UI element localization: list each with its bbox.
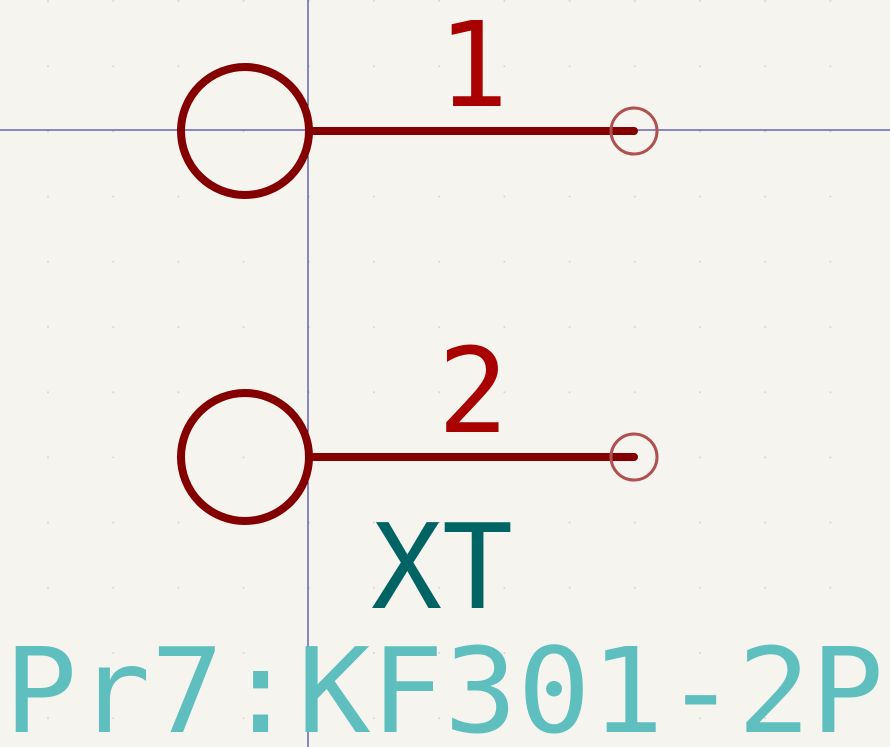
grid-dot [47, 130, 49, 133]
grid-dot [829, 326, 832, 328]
grid-dot [47, 0, 49, 2]
grid-dot [242, 586, 245, 589]
grid-dot [242, 260, 245, 263]
grid-dot [47, 586, 49, 589]
grid-dot [699, 586, 701, 589]
grid-dot [829, 195, 832, 198]
schematic-canvas[interactable]: 1 2 XT Pr7:KF301-2P [0, 0, 890, 747]
grid-dot [47, 326, 49, 328]
grid-dot [699, 260, 701, 263]
grid-dot [764, 130, 767, 133]
grid-dot [47, 65, 49, 68]
grid-dot [699, 391, 701, 394]
grid-dot [373, 326, 375, 328]
grid-dot [568, 586, 571, 589]
grid-dot [177, 260, 180, 263]
grid-dot [699, 0, 701, 2]
pin-number-2: 2 [437, 322, 508, 460]
grid-dot [568, 0, 571, 2]
grid-dot [568, 260, 571, 263]
grid-dot [633, 0, 636, 2]
grid-dot [764, 260, 767, 263]
grid-dot [699, 456, 701, 459]
reference-designator[interactable]: XT [371, 498, 513, 636]
grid-dot [112, 456, 115, 459]
grid-dot [112, 195, 115, 198]
grid-dot [438, 260, 441, 263]
grid-dot [829, 65, 832, 68]
grid-dot [829, 130, 832, 133]
grid-dot [633, 260, 636, 263]
grid-dot [568, 65, 571, 68]
grid-dot [112, 65, 115, 68]
grid-dot [764, 586, 767, 589]
grid-dot [373, 0, 375, 2]
grid-dot [177, 586, 180, 589]
grid-dot [633, 586, 636, 589]
grid-dot [438, 195, 441, 198]
grid-dot [242, 0, 245, 2]
grid-dot [764, 0, 767, 2]
pin-number-1: 1 [437, 0, 508, 134]
grid-dot [764, 456, 767, 459]
grid-dot [568, 521, 571, 524]
grid-dot [242, 326, 245, 328]
grid-dot [112, 0, 115, 2]
grid-dot [699, 195, 701, 198]
grid-dot [373, 391, 375, 394]
grid-dot [633, 391, 636, 394]
grid-dot [47, 521, 49, 524]
grid-dot [764, 521, 767, 524]
grid-dot [699, 130, 701, 133]
grid-dot [373, 260, 375, 263]
grid-dot [633, 326, 636, 328]
grid-dot [699, 521, 701, 524]
grid-dot [242, 130, 245, 133]
grid-dot [177, 65, 180, 68]
grid-dot [177, 391, 180, 394]
grid-dot [699, 326, 701, 328]
grid-dot [177, 326, 180, 328]
grid-dot [373, 195, 375, 198]
grid-dot [47, 195, 49, 198]
grid-dot [503, 260, 506, 263]
grid-dot [633, 521, 636, 524]
grid-dot [47, 391, 49, 394]
grid-dot [568, 195, 571, 198]
value-field[interactable]: Pr7:KF301-2P [4, 622, 884, 747]
grid-dot [47, 456, 49, 459]
grid-dot [764, 326, 767, 328]
grid-dot [568, 391, 571, 394]
grid-dot [112, 130, 115, 133]
grid-dot [764, 195, 767, 198]
grid-dot [373, 65, 375, 68]
grid-dot [829, 260, 832, 263]
grid-dot [764, 391, 767, 394]
grid-dot [829, 521, 832, 524]
grid-dot [764, 65, 767, 68]
grid-dot [112, 586, 115, 589]
grid-dot [829, 586, 832, 589]
grid-dot [568, 326, 571, 328]
grid-dot [112, 326, 115, 328]
grid-dot [633, 195, 636, 198]
grid-dot [829, 456, 832, 459]
grid-dot [633, 65, 636, 68]
grid-dot [242, 456, 245, 459]
grid-dot [177, 0, 180, 2]
grid-dot [47, 260, 49, 263]
grid-dot [699, 65, 701, 68]
grid-dot [112, 260, 115, 263]
grid-dot [177, 195, 180, 198]
grid-dot [177, 521, 180, 524]
grid-dot [503, 195, 506, 198]
grid-dot [829, 391, 832, 394]
grid-dot [112, 391, 115, 394]
grid-dot [829, 0, 832, 2]
grid-dot [112, 521, 115, 524]
